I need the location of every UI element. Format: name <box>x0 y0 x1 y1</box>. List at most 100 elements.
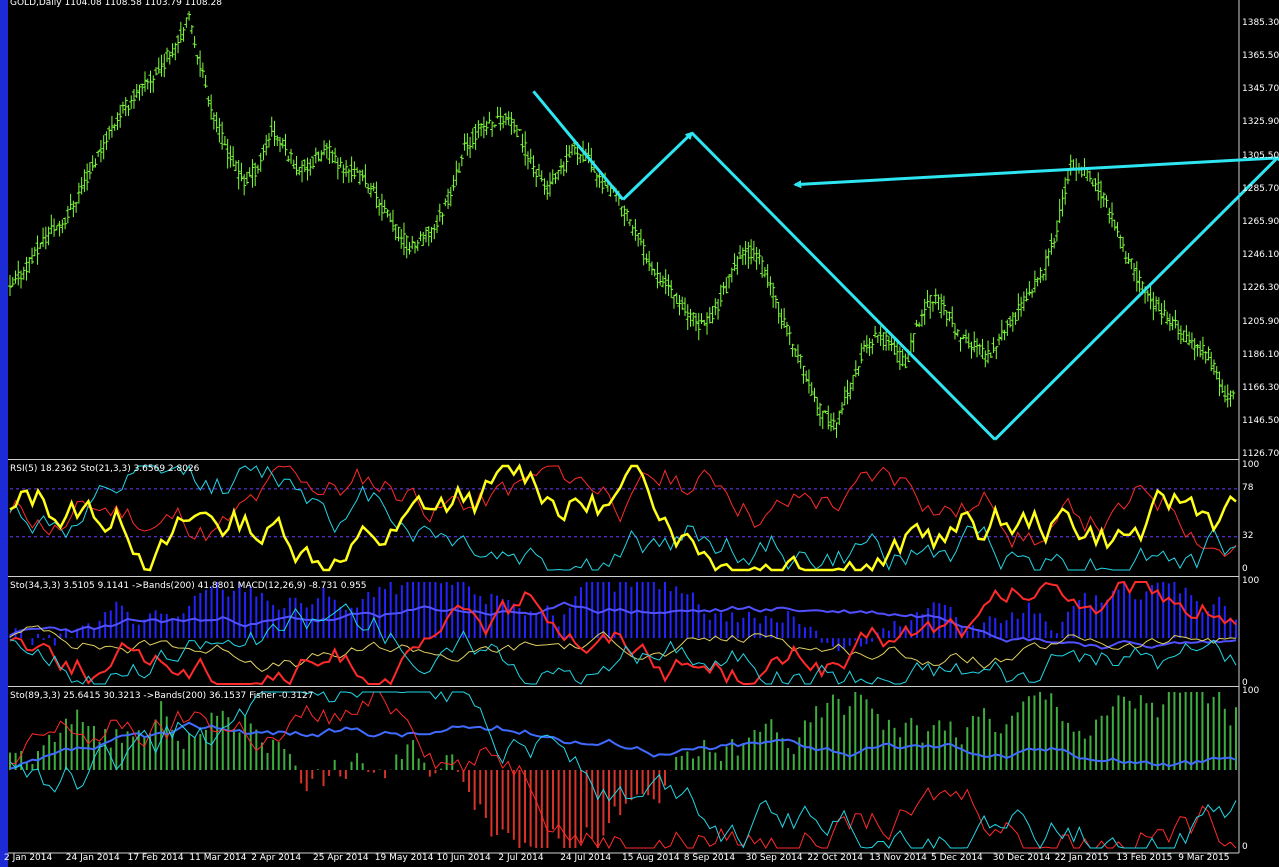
sto89-header: Sto(89,3,3) 25.6415 30.3213 ->Bands(200)… <box>10 691 314 701</box>
price-bar <box>176 34 181 54</box>
panel-separator <box>8 459 1239 460</box>
price-bar <box>622 205 627 227</box>
price-bar <box>247 167 252 177</box>
price-bar <box>60 219 65 234</box>
price-tick-label: 1205.90 <box>1242 317 1279 328</box>
oscillator-line <box>9 463 1237 573</box>
price-bar <box>848 382 853 400</box>
price-bar <box>65 205 70 224</box>
price-bar <box>426 226 431 247</box>
oscillator-level-label: 100 <box>1242 576 1260 586</box>
price-bar <box>435 215 440 234</box>
price-bar <box>217 117 222 143</box>
oscillator-level-label: 32 <box>1242 530 1254 541</box>
price-bar <box>374 181 379 209</box>
price-bar <box>556 170 561 181</box>
price-bar <box>936 294 941 311</box>
price-bar <box>964 329 969 344</box>
price-bar <box>561 161 566 177</box>
price-bar <box>1118 234 1123 249</box>
price-bar <box>96 150 101 157</box>
price-bar <box>239 162 244 182</box>
price-bar <box>1107 207 1112 224</box>
price-bar <box>1021 291 1026 311</box>
price-tick-label: 1226.30 <box>1242 283 1279 294</box>
price-bar <box>1156 297 1161 312</box>
price-bar <box>1121 236 1126 252</box>
price-bar <box>338 157 343 168</box>
price-bar <box>156 57 161 74</box>
price-bar <box>559 158 564 175</box>
price-bar <box>1057 198 1062 224</box>
price-bar <box>856 366 861 376</box>
price-bar <box>424 227 429 243</box>
date-tick-label: 2 Jul 2014 <box>498 853 544 863</box>
price-bar <box>203 74 208 88</box>
price-bar <box>864 335 869 354</box>
price-bar <box>1085 168 1090 182</box>
price-bar <box>1173 309 1178 329</box>
gold-daily-chart[interactable] <box>0 0 1279 867</box>
price-bar <box>266 132 271 148</box>
price-bar <box>644 253 649 264</box>
price-bar <box>269 116 274 137</box>
price-bar <box>1195 344 1200 357</box>
price-bar <box>1209 351 1214 372</box>
price-bar <box>1063 177 1068 205</box>
price-bar <box>1101 192 1106 208</box>
date-tick-label: 2 Jan 2014 <box>4 853 53 863</box>
price-bar <box>476 120 481 139</box>
price-bar <box>1016 293 1021 321</box>
price-bar <box>382 199 387 214</box>
date-tick-label: 19 May 2014 <box>374 853 434 863</box>
price-bar <box>366 183 371 194</box>
price-bar <box>162 53 167 78</box>
price-bar <box>520 133 525 153</box>
date-tick-label: 22 Jan 2015 <box>1054 853 1109 863</box>
price-bar <box>842 386 847 406</box>
price-bar <box>68 193 73 211</box>
price-bar <box>90 155 95 171</box>
price-bar <box>459 154 464 167</box>
price-bar <box>407 242 412 255</box>
price-tick-label: 1246.10 <box>1242 250 1279 261</box>
price-bar <box>718 284 723 307</box>
price-bar <box>986 340 991 364</box>
price-bar <box>545 180 550 200</box>
date-tick-label: 5 Dec 2014 <box>931 853 983 863</box>
price-bar <box>707 307 712 324</box>
price-bar <box>109 115 114 138</box>
price-bar <box>630 225 635 236</box>
price-bar <box>74 201 79 213</box>
price-bar <box>465 133 470 156</box>
sto34-macd-panel <box>9 580 1237 686</box>
price-bar <box>647 251 652 272</box>
price-bar <box>335 157 340 180</box>
price-bar <box>322 140 327 156</box>
price-bar <box>506 111 511 126</box>
price-bar <box>517 129 522 132</box>
price-bar <box>528 148 533 164</box>
price-bar <box>636 232 641 247</box>
main-price-panel <box>8 11 1279 441</box>
sto34-header: Sto(34,3,3) 3.5105 9.1141 ->Bands(200) 4… <box>10 581 367 591</box>
price-bar <box>473 124 478 150</box>
price-bar <box>1165 311 1170 325</box>
price-bar <box>509 112 514 135</box>
price-bar <box>658 272 663 286</box>
price-bar <box>1115 222 1120 237</box>
price-bar <box>316 151 321 162</box>
price-bar <box>8 274 12 296</box>
price-bar <box>134 83 139 99</box>
price-bar <box>875 334 880 344</box>
price-bar <box>115 112 120 131</box>
price-bar <box>344 160 349 177</box>
price-bar <box>969 341 974 359</box>
date-tick-label: 8 Sep 2014 <box>683 853 736 863</box>
price-bar <box>13 270 18 284</box>
price-bar <box>300 160 305 183</box>
price-bar <box>24 256 29 281</box>
rsi-panel <box>9 463 1239 573</box>
price-bar <box>652 268 657 277</box>
price-bar <box>721 282 726 295</box>
